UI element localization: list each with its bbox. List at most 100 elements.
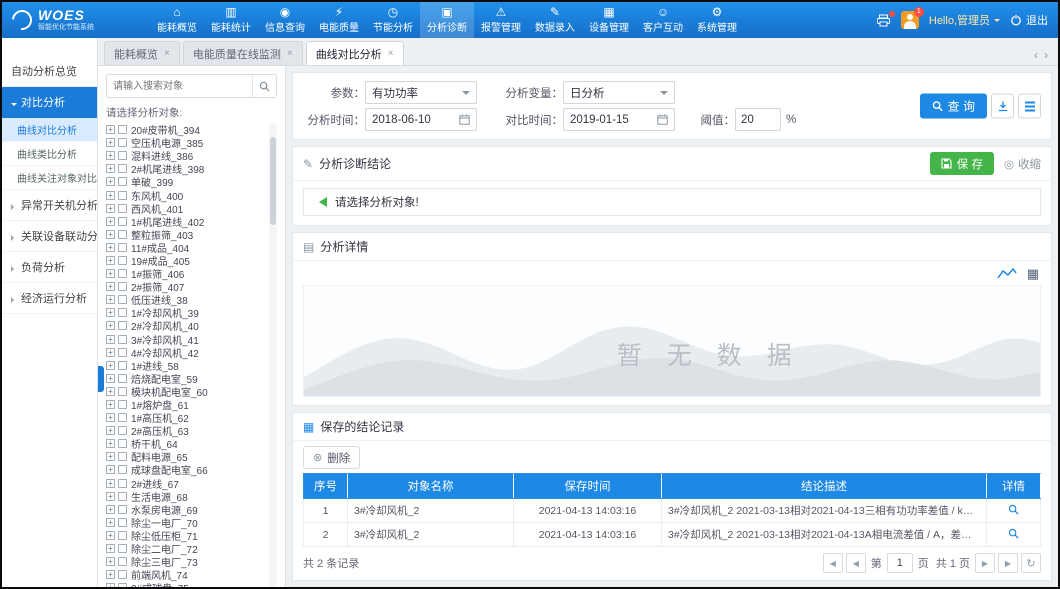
expand-icon[interactable]: + <box>106 217 115 226</box>
sidebar-item[interactable]: 负荷分析 <box>2 252 97 283</box>
detail-cell[interactable] <box>987 499 1041 523</box>
tree-item[interactable]: + 生活电源_68 <box>106 490 267 503</box>
tree-item[interactable]: + 低压进线_38 <box>106 293 267 306</box>
nav-item[interactable]: ⚡ 电能质量 <box>312 2 366 38</box>
tree-item-checkbox[interactable] <box>118 321 127 330</box>
tree-item[interactable]: + 单破_399 <box>106 175 267 188</box>
expand-icon[interactable]: + <box>106 125 115 134</box>
expand-icon[interactable]: + <box>106 426 115 435</box>
expand-icon[interactable]: + <box>106 348 115 357</box>
tree-item[interactable]: + 2#高压机_63 <box>106 424 267 437</box>
tree-item-checkbox[interactable] <box>118 243 127 252</box>
tree-item-checkbox[interactable] <box>118 151 127 160</box>
expand-icon[interactable]: + <box>106 400 115 409</box>
search-input[interactable] <box>107 75 252 97</box>
table-row[interactable]: 1 3#冷却风机_2 2021-04-13 14:03:16 3#冷却风机_2 … <box>304 499 1041 523</box>
expand-icon[interactable]: + <box>106 413 115 422</box>
tab-close-icon[interactable]: × <box>388 49 394 59</box>
nav-item[interactable]: ⌂ 能耗概览 <box>150 2 204 38</box>
delete-button[interactable]: ⊗ 删除 <box>303 446 360 469</box>
tree-item[interactable]: + 前端风机_74 <box>106 568 267 581</box>
expand-icon[interactable]: + <box>106 164 115 173</box>
tree-item-checkbox[interactable] <box>118 282 127 291</box>
expand-icon[interactable]: + <box>106 570 115 579</box>
expand-icon[interactable]: + <box>106 374 115 383</box>
tree-item[interactable]: + 19#成品_405 <box>106 254 267 267</box>
tree-item[interactable]: + 桥干机_64 <box>106 437 267 450</box>
nav-item[interactable]: ◷ 节能分析 <box>366 2 420 38</box>
expand-icon[interactable]: + <box>106 295 115 304</box>
tree-item-checkbox[interactable] <box>118 583 127 587</box>
tree-item-checkbox[interactable] <box>118 570 127 579</box>
tab[interactable]: 能耗概览 × <box>104 41 180 65</box>
expand-icon[interactable]: + <box>106 230 115 239</box>
tree-item-checkbox[interactable] <box>118 125 127 134</box>
tab-scroll-right-icon[interactable]: › <box>1044 49 1048 61</box>
table-row[interactable]: 2 3#冷却风机_2 2021-04-13 14:03:16 3#冷却风机_2 … <box>304 523 1041 547</box>
compare-date-picker[interactable]: 2019-01-15 <box>563 108 675 131</box>
next-page-button[interactable]: ▶ <box>975 553 995 573</box>
variable-select[interactable]: 日分析 <box>563 81 675 104</box>
tree-item-checkbox[interactable] <box>118 295 127 304</box>
query-button[interactable]: 查 询 <box>920 94 987 119</box>
sidebar-item[interactable]: 对比分析 <box>2 87 97 118</box>
expand-icon[interactable]: + <box>106 243 115 252</box>
sidebar-item[interactable]: 关联设备联动分析 <box>2 221 97 252</box>
expand-icon[interactable]: + <box>106 335 115 344</box>
expand-icon[interactable]: + <box>106 557 115 566</box>
expand-icon[interactable]: + <box>106 361 115 370</box>
user-avatar[interactable]: 1 <box>901 11 919 29</box>
tree-item-checkbox[interactable] <box>118 465 127 474</box>
first-page-button[interactable]: ◀ <box>823 553 843 573</box>
tree-item[interactable]: + 1#进线_58 <box>106 359 267 372</box>
scrollbar-thumb[interactable] <box>270 137 276 225</box>
expand-icon[interactable]: + <box>106 583 115 587</box>
tree-item-checkbox[interactable] <box>118 374 127 383</box>
printer-icon[interactable] <box>876 14 891 27</box>
tree-item[interactable]: + 4#冷却风机_42 <box>106 346 267 359</box>
tree-item[interactable]: + 东风机_400 <box>106 188 267 201</box>
expand-icon[interactable]: + <box>106 544 115 553</box>
tab-close-icon[interactable]: × <box>164 49 170 59</box>
sidebar-item[interactable]: 曲线对比分析 <box>2 118 97 142</box>
threshold-input[interactable] <box>735 108 781 131</box>
tree-item[interactable]: + 1#熔炉盘_61 <box>106 398 267 411</box>
search-icon[interactable] <box>252 75 276 97</box>
expand-icon[interactable]: + <box>106 479 115 488</box>
refresh-button[interactable]: ↻ <box>1021 553 1041 573</box>
tree-item[interactable]: + 1#机尾进线_402 <box>106 215 267 228</box>
tree-scrollbar[interactable] <box>269 123 277 587</box>
nav-item[interactable]: ◉ 信息查询 <box>258 2 312 38</box>
expand-icon[interactable]: + <box>106 191 115 200</box>
nav-item[interactable]: ⚠ 报警管理 <box>474 2 528 38</box>
sidebar-item[interactable]: 曲线类比分析 <box>2 142 97 166</box>
sidebar-item[interactable]: 曲线关注对象对比 <box>2 166 97 190</box>
tree-item[interactable]: + 除尘低压柜_71 <box>106 529 267 542</box>
tree-item-checkbox[interactable] <box>118 269 127 278</box>
expand-icon[interactable]: + <box>106 204 115 213</box>
tree-item-checkbox[interactable] <box>118 348 127 357</box>
tree-item[interactable]: + 成球盘配电室_66 <box>106 463 267 476</box>
tree-item[interactable]: + 1#高压机_62 <box>106 411 267 424</box>
tree-item-checkbox[interactable] <box>118 439 127 448</box>
nav-item[interactable]: ▥ 能耗统计 <box>204 2 258 38</box>
expand-icon[interactable]: + <box>106 492 115 501</box>
tree-item[interactable]: + 焙烧配电室_59 <box>106 372 267 385</box>
expand-icon[interactable]: + <box>106 387 115 396</box>
expand-icon[interactable]: + <box>106 177 115 186</box>
tree-item[interactable]: + 2#振筛_407 <box>106 280 267 293</box>
tree-item[interactable]: + 2#成球盘_75 <box>106 581 267 587</box>
tree-item-checkbox[interactable] <box>118 177 127 186</box>
tree-item-checkbox[interactable] <box>118 138 127 147</box>
table-view-toggle[interactable]: ▦ <box>1027 267 1039 280</box>
page-number-input[interactable] <box>887 553 913 573</box>
tree-item-checkbox[interactable] <box>118 531 127 540</box>
tree-item[interactable]: + 水泵房电源_69 <box>106 503 267 516</box>
param-select[interactable]: 有功功率 <box>365 81 477 104</box>
tree-item[interactable]: + 2#机尾进线_398 <box>106 162 267 175</box>
tree-item-checkbox[interactable] <box>118 308 127 317</box>
analysis-date-picker[interactable]: 2018-06-10 <box>365 108 477 131</box>
tree-item[interactable]: + 2#冷却风机_40 <box>106 319 267 332</box>
tree-item[interactable]: + 20#皮带机_394 <box>106 123 267 136</box>
tree-item-checkbox[interactable] <box>118 164 127 173</box>
